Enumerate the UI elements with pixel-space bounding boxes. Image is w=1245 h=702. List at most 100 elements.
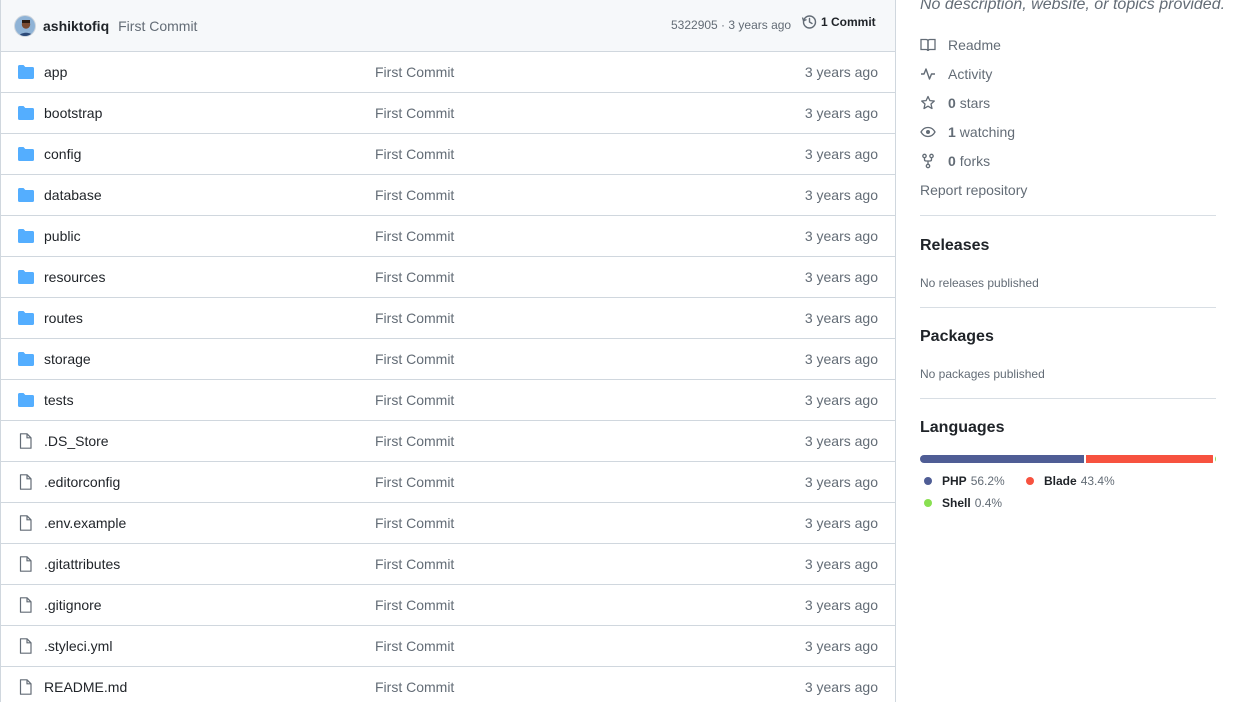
pulse-icon <box>921 68 935 80</box>
file-name-link[interactable]: tests <box>44 392 74 408</box>
file-name-link[interactable]: .gitattributes <box>44 556 120 572</box>
file-name-link[interactable]: .env.example <box>44 515 126 531</box>
file-name-link[interactable]: .styleci.yml <box>44 638 112 654</box>
file-name-link[interactable]: bootstrap <box>44 105 102 121</box>
folder-icon <box>17 269 35 285</box>
commit-history-button[interactable]: 1 Commit <box>801 14 876 30</box>
file-row[interactable]: public First Commit 3 years ago <box>1 216 895 257</box>
activity-link[interactable]: Activity <box>920 66 992 82</box>
folder-icon <box>17 310 35 326</box>
file-commit-message-link[interactable]: First Commit <box>375 64 454 80</box>
file-icon <box>17 597 35 613</box>
file-commit-message-link[interactable]: First Commit <box>375 310 454 326</box>
file-row[interactable]: README.md First Commit 3 years ago <box>1 667 895 702</box>
report-repository-link[interactable]: Report repository <box>920 182 1027 198</box>
file-row[interactable]: routes First Commit 3 years ago <box>1 298 895 339</box>
language-bar-segment <box>920 455 1085 463</box>
file-commit-age: 3 years ago <box>804 187 878 203</box>
file-commit-message-link[interactable]: First Commit <box>375 146 454 162</box>
file-row[interactable]: .DS_Store First Commit 3 years ago <box>1 421 895 462</box>
file-commit-message-link[interactable]: First Commit <box>375 351 454 367</box>
file-row[interactable]: resources First Commit 3 years ago <box>1 257 895 298</box>
folder-icon <box>17 105 35 121</box>
file-commit-message-link[interactable]: First Commit <box>375 392 454 408</box>
stars-link[interactable]: 0 stars <box>920 95 990 111</box>
language-name: PHP <box>942 474 967 488</box>
file-table: ashiktofiq First Commit 5322905 · 3 year… <box>0 0 896 702</box>
watchers-link[interactable]: 1 watching <box>920 124 1015 140</box>
file-name-link[interactable]: routes <box>44 310 83 326</box>
folder-icon <box>17 64 35 80</box>
file-commit-message-link[interactable]: First Commit <box>375 105 454 121</box>
file-name-link[interactable]: .gitignore <box>44 597 102 613</box>
language-name: Blade <box>1044 474 1077 488</box>
avatar[interactable] <box>14 14 36 37</box>
commit-message-link[interactable]: First Commit <box>118 18 197 34</box>
language-bar-segment <box>1086 455 1213 463</box>
language-name: Shell <box>942 496 971 510</box>
file-commit-message-link[interactable]: First Commit <box>375 679 454 695</box>
file-row[interactable]: storage First Commit 3 years ago <box>1 339 895 380</box>
language-item-php[interactable]: PHP 56.2% <box>924 474 1005 488</box>
file-commit-message-link[interactable]: First Commit <box>375 474 454 490</box>
packages-heading[interactable]: Packages <box>920 328 994 346</box>
sidebar-divider <box>920 398 1216 399</box>
readme-label: Readme <box>948 37 1001 53</box>
file-commit-age: 3 years ago <box>804 105 878 121</box>
file-row[interactable]: .env.example First Commit 3 years ago <box>1 503 895 544</box>
file-commit-message-link[interactable]: First Commit <box>375 515 454 531</box>
file-commit-message-link[interactable]: First Commit <box>375 228 454 244</box>
file-commit-message-link[interactable]: First Commit <box>375 187 454 203</box>
file-icon <box>17 474 35 490</box>
file-commit-message-link[interactable]: First Commit <box>375 556 454 572</box>
folder-icon <box>17 392 35 408</box>
file-commit-age: 3 years ago <box>804 679 878 695</box>
watching-label: watching <box>959 124 1016 140</box>
folder-icon <box>17 228 35 244</box>
file-row[interactable]: .gitattributes First Commit 3 years ago <box>1 544 895 585</box>
file-name-link[interactable]: storage <box>44 351 91 367</box>
file-icon <box>17 515 35 531</box>
packages-note: No packages published <box>920 367 1045 381</box>
file-name-link[interactable]: README.md <box>44 679 127 695</box>
file-commit-age: 3 years ago <box>804 228 878 244</box>
commit-sha-age[interactable]: 5322905 · 3 years ago <box>671 18 791 32</box>
file-row[interactable]: .gitignore First Commit 3 years ago <box>1 585 895 626</box>
star-icon <box>921 95 935 110</box>
file-row[interactable]: tests First Commit 3 years ago <box>1 380 895 421</box>
file-name-link[interactable]: public <box>44 228 81 244</box>
file-name-link[interactable]: database <box>44 187 102 203</box>
file-row[interactable]: database First Commit 3 years ago <box>1 175 895 216</box>
readme-link[interactable]: Readme <box>920 37 1001 53</box>
folder-icon <box>17 187 35 203</box>
file-name-link[interactable]: config <box>44 146 81 162</box>
commit-count-label: 1 Commit <box>821 15 876 29</box>
file-icon <box>17 433 35 449</box>
about-description: No description, website, or topics provi… <box>920 0 1226 13</box>
file-name-link[interactable]: .editorconfig <box>44 474 120 490</box>
file-commit-message-link[interactable]: First Commit <box>375 269 454 285</box>
file-row[interactable]: config First Commit 3 years ago <box>1 134 895 175</box>
file-name-link[interactable]: resources <box>44 269 105 285</box>
file-commit-message-link[interactable]: First Commit <box>375 638 454 654</box>
file-list: app First Commit 3 years ago bootstrap First… <box>1 52 895 702</box>
file-row[interactable]: app First Commit 3 years ago <box>1 52 895 93</box>
language-item-blade[interactable]: Blade 43.4% <box>1026 474 1115 488</box>
file-row[interactable]: bootstrap First Commit 3 years ago <box>1 93 895 134</box>
language-item-shell[interactable]: Shell 0.4% <box>924 496 1002 510</box>
file-commit-message-link[interactable]: First Commit <box>375 597 454 613</box>
forks-label: forks <box>959 153 991 169</box>
file-commit-age: 3 years ago <box>804 515 878 531</box>
file-row[interactable]: .styleci.yml First Commit 3 years ago <box>1 626 895 667</box>
forks-link[interactable]: 0 forks <box>920 153 990 169</box>
commit-author-link[interactable]: ashiktofiq <box>43 18 109 34</box>
file-commit-age: 3 years ago <box>804 310 878 326</box>
file-name-link[interactable]: app <box>44 64 67 80</box>
file-name-link[interactable]: .DS_Store <box>44 433 109 449</box>
file-row[interactable]: .editorconfig First Commit 3 years ago <box>1 462 895 503</box>
file-commit-age: 3 years ago <box>804 433 878 449</box>
file-icon <box>17 638 35 654</box>
language-percent: 56.2% <box>970 474 1005 488</box>
file-commit-message-link[interactable]: First Commit <box>375 433 454 449</box>
releases-heading[interactable]: Releases <box>920 237 989 255</box>
